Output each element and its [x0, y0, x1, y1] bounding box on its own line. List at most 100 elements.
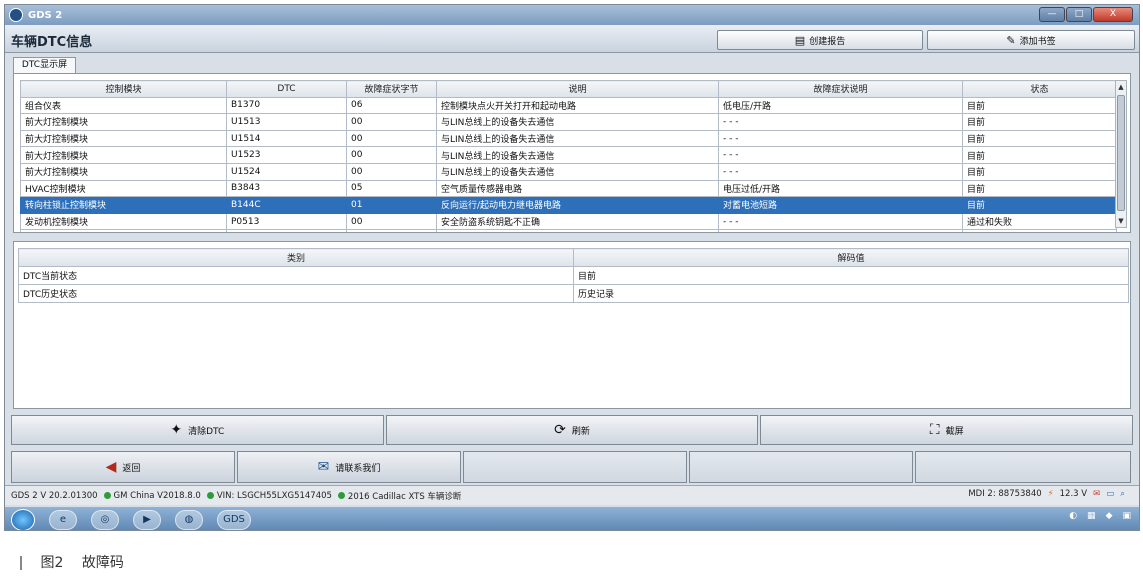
window-controls: — □ X	[1038, 7, 1133, 22]
dtc-cell: - - -	[718, 146, 963, 164]
dtc-cell: - - -	[718, 113, 963, 131]
tray-icon[interactable]: ◐	[1069, 511, 1077, 521]
status-cell: 目前	[573, 266, 1129, 285]
gds-taskbar-icon[interactable]: GDS	[217, 509, 251, 530]
status-row[interactable]: DTC当前状态 目前	[18, 266, 1129, 285]
tray-icon[interactable]: ▣	[1122, 511, 1131, 521]
ie-icon[interactable]: e	[49, 509, 77, 530]
dtc-cell: 与LIN总线上的设备失去通信	[436, 162, 719, 181]
dtc-cell: 目前	[962, 196, 1117, 214]
dtc-cell: 目前	[962, 129, 1117, 148]
action-bar: ✦ 清除DTC ⟳ 刷新 ⛶ 截屏	[11, 415, 1135, 445]
dtc-cell: B3843	[226, 179, 347, 198]
status-dot-icon	[103, 492, 111, 499]
dtc-cell: 前大灯控制模块	[20, 129, 227, 148]
status-row[interactable]: DTC历史状态 历史记录	[18, 284, 1129, 303]
column-header[interactable]: DTC	[226, 80, 347, 98]
dtc-cell: HVAC控制模块	[20, 179, 227, 198]
dtc-cell: 发动机控制模块	[20, 212, 227, 231]
region-segment: GM China V2018.8.0	[103, 491, 201, 501]
dtc-cell: 空气质量传感器电路	[436, 179, 719, 198]
snapshot-button[interactable]: ⛶ 截屏	[760, 415, 1134, 445]
vin-text: VIN: LSGCH55LXG5147405	[216, 490, 332, 501]
column-header[interactable]: 解码值	[573, 248, 1129, 267]
gds-app-icon	[9, 8, 23, 22]
clear-dtc-label: 清除DTC	[188, 426, 225, 437]
column-header[interactable]: 说明	[436, 80, 719, 98]
tray-icon[interactable]: ▦	[1087, 511, 1096, 521]
back-button[interactable]: ◀ 返回	[11, 451, 235, 483]
scroll-up-icon[interactable]: ▲	[1116, 81, 1126, 93]
dtc-cell: 组合仪表	[20, 96, 227, 115]
media-player-icon[interactable]: ▶	[133, 509, 161, 530]
globe-icon[interactable]: ◍	[175, 509, 203, 530]
dtc-row[interactable]: 前大灯控制模块 U1524 00 与LIN总线上的设备失去通信 - - - 目前	[20, 162, 1117, 181]
add-bookmark-button[interactable]: ✎ 添加书签	[927, 30, 1135, 50]
column-header[interactable]: 故障症状字节	[346, 80, 437, 98]
back-arrow-icon: ◀	[105, 459, 117, 475]
report-icon: ▤	[794, 33, 806, 47]
dtc-row[interactable]: 前大灯控制模块 U1514 00 与LIN总线上的设备失去通信 - - - 目前	[20, 129, 1117, 148]
windows-taskbar: e ◎ ▶ ◍ GDS ◐ ▦ ◆ ▣	[5, 507, 1139, 530]
scroll-thumb[interactable]	[1117, 95, 1125, 211]
close-button[interactable]: X	[1093, 7, 1133, 22]
dtc-cell: 转向柱锁止控制模块	[20, 196, 227, 214]
dtc-row[interactable]: 转向柱锁止控制模块 B144C 01 反向运行/起动电力继电器电路 对蓄电池短路 目前	[20, 196, 1117, 214]
dtc-cell: 低电压/开路	[718, 96, 963, 115]
disabled-button	[689, 451, 913, 483]
dtc-cell: 与LIN总线上的设备失去通信	[436, 129, 719, 148]
browser-icon[interactable]: ◎	[91, 509, 119, 530]
search-icon[interactable]: ⌕	[1120, 489, 1125, 499]
vin-segment: VIN: LSGCH55LXG5147405	[206, 490, 332, 501]
tab-dtc-display[interactable]: DTC显示屏	[13, 57, 76, 73]
maximize-button[interactable]: □	[1066, 7, 1092, 22]
mail-icon[interactable]: ✉	[1093, 489, 1100, 499]
status-dot-icon	[206, 492, 214, 499]
monitor-icon[interactable]: ▭	[1106, 489, 1114, 499]
column-header[interactable]: 故障症状说明	[718, 80, 963, 98]
dtc-cell: 反向运行/起动电力继电器电路	[436, 196, 719, 214]
eraser-icon: ✦	[170, 422, 183, 438]
dtc-row-empty	[20, 229, 1117, 232]
minimize-button[interactable]: —	[1039, 7, 1065, 22]
figure-label: 图2	[40, 555, 64, 571]
scroll-down-icon[interactable]: ▼	[1116, 215, 1126, 227]
start-icon[interactable]	[11, 508, 35, 530]
column-header[interactable]: 类别	[18, 248, 574, 267]
dtc-row[interactable]: 前大灯控制模块 U1513 00 与LIN总线上的设备失去通信 - - - 目前	[20, 113, 1117, 131]
dtc-cell	[718, 229, 963, 232]
dtc-cell: B1370	[226, 96, 347, 115]
create-report-button[interactable]: ▤ 创建报告	[717, 30, 923, 50]
dtc-cell: 与LIN总线上的设备失去通信	[436, 113, 719, 131]
clear-dtc-button[interactable]: ✦ 清除DTC	[11, 415, 384, 445]
vehicle-text: 2016 Cadillac XTS 车辆诊断	[347, 491, 462, 502]
disabled-button	[915, 451, 1131, 483]
window-title: GDS 2	[28, 9, 63, 21]
dtc-row[interactable]: 组合仪表 B1370 06 控制模块点火开关打开和起动电路 低电压/开路 目前	[20, 96, 1117, 115]
contact-us-button[interactable]: ✉ 请联系我们	[237, 451, 461, 483]
dtc-cell: 00	[346, 113, 437, 131]
dtc-cell: 00	[346, 162, 437, 181]
dtc-cell: 目前	[962, 162, 1117, 181]
column-header[interactable]: 控制模块	[20, 80, 227, 98]
dtc-scrollbar[interactable]: ▲ ▼	[1115, 80, 1127, 228]
refresh-button[interactable]: ⟳ 刷新	[385, 415, 759, 445]
dtc-row[interactable]: 前大灯控制模块 U1523 00 与LIN总线上的设备失去通信 - - - 目前	[20, 146, 1117, 164]
dtc-status-table: 类别 解码值 DTC当前状态 目前 DTC历史状态 历史记录	[18, 248, 1129, 303]
refresh-label: 刷新	[571, 426, 590, 437]
status-dot-icon	[337, 492, 345, 499]
dtc-cell: 目前	[962, 113, 1117, 131]
column-header[interactable]: 状态	[962, 80, 1117, 98]
dtc-panel: 控制模块 DTC 故障症状字节 说明 故障症状说明 状态 组合仪表 B1370 06…	[13, 73, 1131, 233]
envelope-icon: ✉	[317, 459, 330, 475]
voltage-value: 12.3 V	[1059, 489, 1088, 499]
dtc-cell: - - -	[718, 212, 963, 231]
dtc-row[interactable]: 发动机控制模块 P0513 00 安全防盗系统钥匙不正确 - - - 通过和失败	[20, 212, 1117, 231]
tray-icon[interactable]: ◆	[1106, 511, 1113, 521]
dtc-cell: 安全防盗系统钥匙不正确	[436, 212, 719, 231]
dtc-row[interactable]: HVAC控制模块 B3843 05 空气质量传感器电路 电压过低/开路 目前	[20, 179, 1117, 198]
disabled-button	[463, 451, 687, 483]
bookmark-icon: ✎	[1006, 33, 1016, 47]
dtc-table: 控制模块 DTC 故障症状字节 说明 故障症状说明 状态 组合仪表 B1370 06…	[20, 80, 1117, 232]
dtc-cell: 00	[346, 129, 437, 148]
